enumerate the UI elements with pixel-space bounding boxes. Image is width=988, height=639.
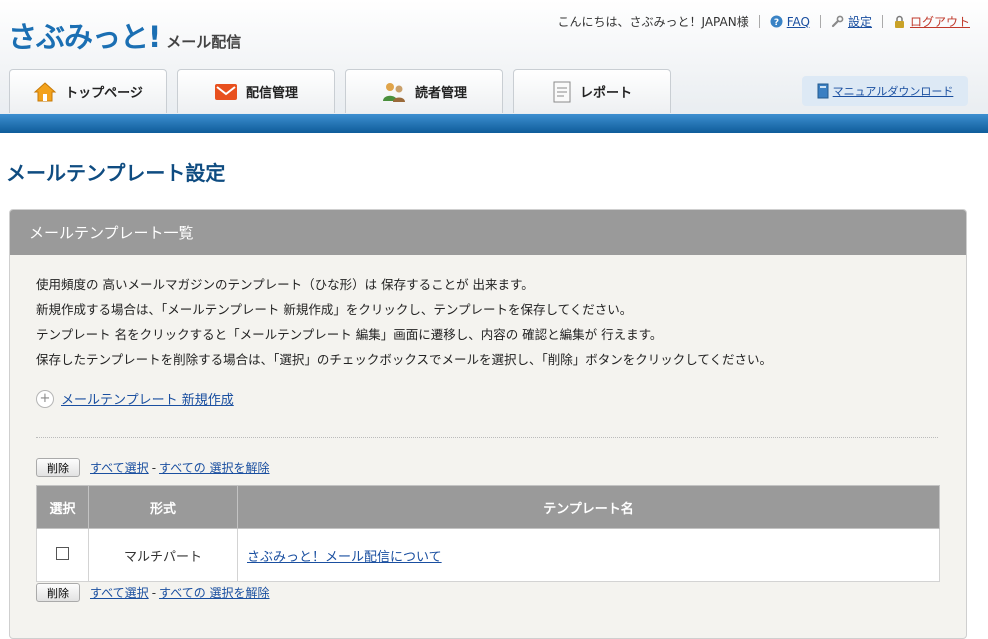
nav-bar [0,114,988,133]
bulk-actions-bottom: 削除 すべて選択 - すべての 選択を解除 [36,583,270,602]
bulk-actions-top: 削除 すべて選択 - すべての 選択を解除 [36,458,270,477]
wrench-icon [831,15,844,28]
divider [881,15,883,28]
create-template: + メールテンプレート 新規作成 [36,389,234,408]
template-list-panel: メールテンプレート一覧 使用頻度の 高いメールマガジンのテンプレート（ひな形）は… [9,209,967,639]
tab-label: トップページ [65,86,143,101]
users-icon [382,82,405,102]
deselect-all-link[interactable]: すべての 選択を解除 [159,584,270,601]
tab-delivery-management[interactable]: 配信管理 [177,69,335,113]
template-name-link[interactable]: さぶみっと！メール配信について [247,550,442,565]
table-row: マルチパート さぶみっと！メール配信について [36,528,940,582]
tab-reader-management[interactable]: 読者管理 [345,69,503,113]
svg-text:?: ? [774,18,779,28]
home-icon [33,81,57,101]
tab-label: 読者管理 [414,86,467,101]
help-icon: ? [770,15,783,28]
mail-icon [214,83,237,100]
description-line: 使用頻度の 高いメールマガジンのテンプレート（ひな形）は 保存することが 出来ま… [36,277,534,292]
tab-report[interactable]: レポート [513,69,671,113]
delete-button[interactable]: 削除 [36,583,80,602]
top-links: こんにちは、さぶみっと！JAPAN様 ? FAQ 設定 ログアウト [558,13,970,30]
format-cell: マルチパート [88,528,238,582]
description-line: 新規作成する場合は、「メールテンプレート 新規作成」をクリックし、テンプレートを… [36,302,633,317]
tab-label: レポート [579,86,632,101]
deselect-all-link[interactable]: すべての 選択を解除 [159,459,270,476]
separator: - [151,585,157,600]
template-table: 選択 形式 テンプレート名 マルチパート さぶみっと！メール配信について [36,485,940,582]
panel-title: メールテンプレート一覧 [10,210,966,255]
settings-link[interactable]: 設定 [848,13,872,30]
logo-main: さぶみっと! [8,20,161,54]
logo[interactable]: さぶみっと! メール配信 [8,14,241,56]
report-icon [553,81,571,102]
logo-sub: メール配信 [166,33,242,51]
select-all-link[interactable]: すべて選択 [90,459,149,476]
tab-label: 配信管理 [245,86,298,101]
plus-icon[interactable]: + [36,389,54,408]
page-title: メールテンプレート設定 [6,161,226,185]
tab-top-page[interactable]: トップページ [9,69,167,113]
description-line: テンプレート 名をクリックすると「メールテンプレート 編集」画面に遷移し、内容の… [36,327,663,342]
table-header-row: 選択 形式 テンプレート名 [36,485,940,529]
lock-icon [893,15,906,28]
separator: - [151,460,157,475]
column-header-template-name: テンプレート名 [237,485,940,529]
column-header-format: 形式 [88,485,238,529]
row-checkbox[interactable] [56,546,69,560]
app-header: さぶみっと! メール配信 こんにちは、さぶみっと！JAPAN様 ? FAQ 設定 … [0,0,988,114]
manual-download-box: マニュアルダウンロード [802,76,968,106]
description-line: 保存したテンプレートを削除する場合は、「選択」のチェックボックスでメールを選択し… [36,352,773,367]
logout-link[interactable]: ログアウト [910,13,970,30]
divider [36,437,938,438]
description: 使用頻度の 高いメールマガジンのテンプレート（ひな形）は 保存することが 出来ま… [36,272,772,372]
faq-link[interactable]: FAQ [787,15,810,29]
select-all-link[interactable]: すべて選択 [90,584,149,601]
divider [758,15,760,28]
column-header-select: 選択 [36,485,89,529]
divider [819,15,821,28]
delete-button[interactable]: 削除 [36,458,80,477]
greeting-text: こんにちは、さぶみっと！JAPAN様 [557,15,749,29]
manual-download-link[interactable]: マニュアルダウンロード [833,83,954,99]
select-cell [36,528,89,582]
template-name-cell: さぶみっと！メール配信について [237,528,940,582]
book-icon [817,83,829,99]
create-template-link[interactable]: メールテンプレート 新規作成 [61,389,234,408]
